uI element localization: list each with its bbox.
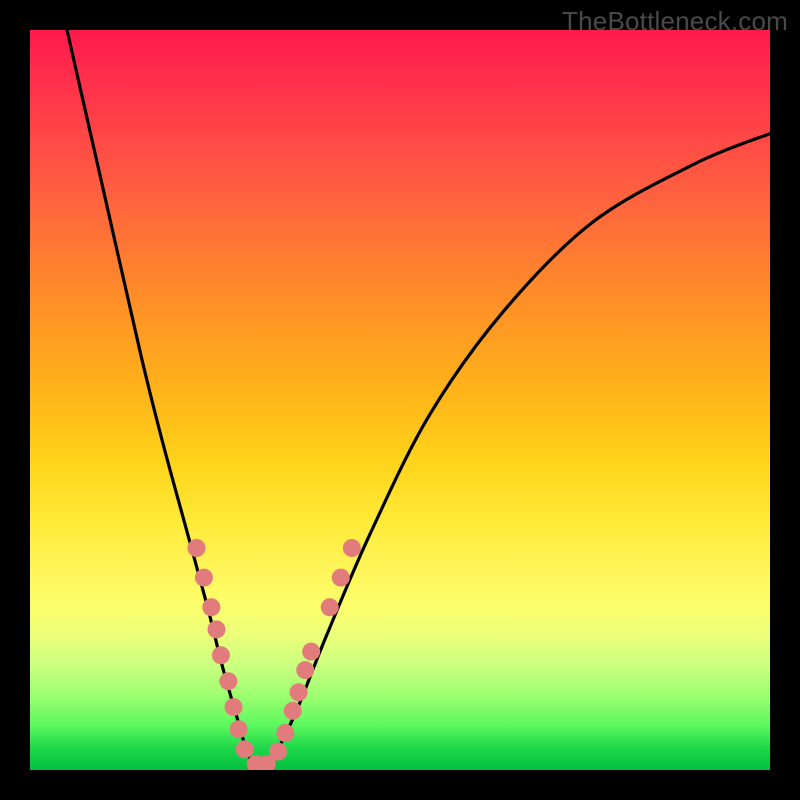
plot-area: [30, 30, 770, 770]
data-marker: [284, 702, 302, 720]
data-marker: [269, 743, 287, 761]
data-markers: [188, 539, 361, 770]
data-marker: [236, 740, 254, 758]
data-marker: [276, 724, 294, 742]
data-marker: [207, 620, 225, 638]
chart-frame: TheBottleneck.com: [0, 0, 800, 800]
bottleneck-curve: [67, 30, 770, 770]
watermark-text: TheBottleneck.com: [562, 6, 788, 37]
data-marker: [219, 672, 237, 690]
data-marker: [321, 598, 339, 616]
data-marker: [332, 569, 350, 587]
data-marker: [212, 646, 230, 664]
data-marker: [302, 643, 320, 661]
data-marker: [290, 683, 308, 701]
data-marker: [230, 720, 248, 738]
data-marker: [225, 698, 243, 716]
data-marker: [188, 539, 206, 557]
curve-group: [67, 30, 770, 770]
bottleneck-curve-svg: [30, 30, 770, 770]
data-marker: [202, 598, 220, 616]
data-marker: [343, 539, 361, 557]
data-marker: [296, 661, 314, 679]
data-marker: [195, 569, 213, 587]
